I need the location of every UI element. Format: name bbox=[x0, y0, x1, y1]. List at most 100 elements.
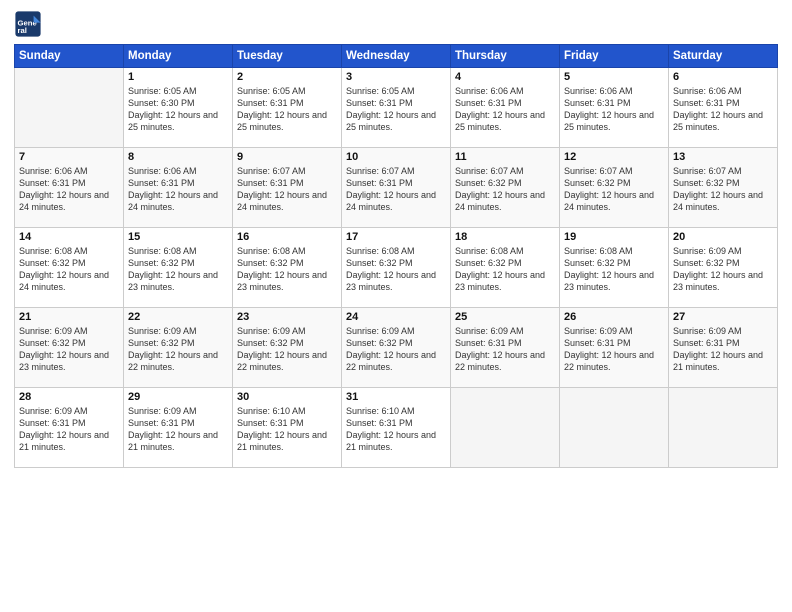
calendar-cell: 24 Sunrise: 6:09 AMSunset: 6:32 PMDayligh… bbox=[342, 308, 451, 388]
day-number: 21 bbox=[19, 311, 119, 323]
header-friday: Friday bbox=[560, 45, 669, 68]
day-number: 12 bbox=[564, 151, 664, 163]
day-number: 26 bbox=[564, 311, 664, 323]
calendar-cell: 28 Sunrise: 6:09 AMSunset: 6:31 PMDayligh… bbox=[15, 388, 124, 468]
calendar-cell: 2 Sunrise: 6:05 AMSunset: 6:31 PMDaylight… bbox=[233, 68, 342, 148]
day-number: 15 bbox=[128, 231, 228, 243]
header-area: Gene ral bbox=[14, 10, 778, 38]
cell-info: Sunrise: 6:09 AMSunset: 6:31 PMDaylight:… bbox=[19, 406, 109, 452]
day-number: 4 bbox=[455, 71, 555, 83]
cell-info: Sunrise: 6:05 AMSunset: 6:30 PMDaylight:… bbox=[128, 86, 218, 132]
cell-info: Sunrise: 6:06 AMSunset: 6:31 PMDaylight:… bbox=[564, 86, 654, 132]
day-number: 2 bbox=[237, 71, 337, 83]
calendar-cell: 19 Sunrise: 6:08 AMSunset: 6:32 PMDayligh… bbox=[560, 228, 669, 308]
calendar-week-2: 7 Sunrise: 6:06 AMSunset: 6:31 PMDaylight… bbox=[15, 148, 778, 228]
cell-info: Sunrise: 6:09 AMSunset: 6:32 PMDaylight:… bbox=[346, 326, 436, 372]
cell-info: Sunrise: 6:05 AMSunset: 6:31 PMDaylight:… bbox=[237, 86, 327, 132]
logo: Gene ral bbox=[14, 10, 46, 38]
header-sunday: Sunday bbox=[15, 45, 124, 68]
day-number: 1 bbox=[128, 71, 228, 83]
logo-icon: Gene ral bbox=[14, 10, 42, 38]
day-number: 28 bbox=[19, 391, 119, 403]
calendar-cell: 11 Sunrise: 6:07 AMSunset: 6:32 PMDayligh… bbox=[451, 148, 560, 228]
calendar-cell: 5 Sunrise: 6:06 AMSunset: 6:31 PMDaylight… bbox=[560, 68, 669, 148]
calendar-cell: 3 Sunrise: 6:05 AMSunset: 6:31 PMDaylight… bbox=[342, 68, 451, 148]
cell-info: Sunrise: 6:09 AMSunset: 6:31 PMDaylight:… bbox=[455, 326, 545, 372]
calendar-cell: 16Sunrise: 6:08 AMSunset: 6:32 PMDayligh… bbox=[233, 228, 342, 308]
day-number: 7 bbox=[19, 151, 119, 163]
calendar-cell: 10 Sunrise: 6:07 AMSunset: 6:31 PMDayligh… bbox=[342, 148, 451, 228]
day-number: 23 bbox=[237, 311, 337, 323]
calendar-cell: 21 Sunrise: 6:09 AMSunset: 6:32 PMDayligh… bbox=[15, 308, 124, 388]
cell-info: Sunrise: 6:09 AMSunset: 6:32 PMDaylight:… bbox=[19, 326, 109, 372]
cell-info: Sunrise: 6:09 AMSunset: 6:31 PMDaylight:… bbox=[128, 406, 218, 452]
cell-info: Sunrise: 6:09 AMSunset: 6:32 PMDaylight:… bbox=[237, 326, 327, 372]
cell-info: Sunrise: 6:07 AMSunset: 6:32 PMDaylight:… bbox=[455, 166, 545, 212]
calendar-cell: 4 Sunrise: 6:06 AMSunset: 6:31 PMDaylight… bbox=[451, 68, 560, 148]
calendar-cell: 9Sunrise: 6:07 AMSunset: 6:31 PMDaylight… bbox=[233, 148, 342, 228]
cell-info: Sunrise: 6:10 AMSunset: 6:31 PMDaylight:… bbox=[237, 406, 327, 452]
calendar-cell bbox=[451, 388, 560, 468]
calendar-week-4: 21 Sunrise: 6:09 AMSunset: 6:32 PMDayligh… bbox=[15, 308, 778, 388]
calendar-cell: 29 Sunrise: 6:09 AMSunset: 6:31 PMDayligh… bbox=[124, 388, 233, 468]
weekday-header-row: Sunday Monday Tuesday Wednesday Thursday… bbox=[15, 45, 778, 68]
day-number: 3 bbox=[346, 71, 446, 83]
cell-info: Sunrise: 6:09 AMSunset: 6:31 PMDaylight:… bbox=[673, 326, 763, 372]
cell-info: Sunrise: 6:06 AMSunset: 6:31 PMDaylight:… bbox=[673, 86, 763, 132]
day-number: 30 bbox=[237, 391, 337, 403]
cell-info: Sunrise: 6:07 AMSunset: 6:31 PMDaylight:… bbox=[346, 166, 436, 212]
calendar-cell: 27 Sunrise: 6:09 AMSunset: 6:31 PMDayligh… bbox=[669, 308, 778, 388]
calendar-cell: 14 Sunrise: 6:08 AMSunset: 6:32 PMDayligh… bbox=[15, 228, 124, 308]
cell-info: Sunrise: 6:06 AMSunset: 6:31 PMDaylight:… bbox=[128, 166, 218, 212]
cell-info: Sunrise: 6:09 AMSunset: 6:31 PMDaylight:… bbox=[564, 326, 654, 372]
cell-info: Sunrise: 6:09 AMSunset: 6:32 PMDaylight:… bbox=[673, 246, 763, 292]
calendar-cell bbox=[15, 68, 124, 148]
header-monday: Monday bbox=[124, 45, 233, 68]
header-wednesday: Wednesday bbox=[342, 45, 451, 68]
cell-info: Sunrise: 6:08 AMSunset: 6:32 PMDaylight:… bbox=[128, 246, 218, 292]
calendar-cell: 17 Sunrise: 6:08 AMSunset: 6:32 PMDayligh… bbox=[342, 228, 451, 308]
day-number: 29 bbox=[128, 391, 228, 403]
day-number: 31 bbox=[346, 391, 446, 403]
day-number: 17 bbox=[346, 231, 446, 243]
calendar-cell: 26 Sunrise: 6:09 AMSunset: 6:31 PMDayligh… bbox=[560, 308, 669, 388]
calendar-cell: 7Sunrise: 6:06 AMSunset: 6:31 PMDaylight… bbox=[15, 148, 124, 228]
day-number: 10 bbox=[346, 151, 446, 163]
calendar-cell: 18 Sunrise: 6:08 AMSunset: 6:32 PMDayligh… bbox=[451, 228, 560, 308]
cell-info: Sunrise: 6:08 AMSunset: 6:32 PMDaylight:… bbox=[455, 246, 545, 292]
calendar-cell: 31Sunrise: 6:10 AMSunset: 6:31 PMDayligh… bbox=[342, 388, 451, 468]
calendar-cell: 6 Sunrise: 6:06 AMSunset: 6:31 PMDaylight… bbox=[669, 68, 778, 148]
calendar-cell: 20Sunrise: 6:09 AMSunset: 6:32 PMDayligh… bbox=[669, 228, 778, 308]
day-number: 11 bbox=[455, 151, 555, 163]
day-number: 5 bbox=[564, 71, 664, 83]
cell-info: Sunrise: 6:08 AMSunset: 6:32 PMDaylight:… bbox=[237, 246, 327, 292]
day-number: 27 bbox=[673, 311, 773, 323]
cell-info: Sunrise: 6:09 AMSunset: 6:32 PMDaylight:… bbox=[128, 326, 218, 372]
calendar-cell: 12Sunrise: 6:07 AMSunset: 6:32 PMDayligh… bbox=[560, 148, 669, 228]
calendar-cell: 30 Sunrise: 6:10 AMSunset: 6:31 PMDayligh… bbox=[233, 388, 342, 468]
cell-info: Sunrise: 6:07 AMSunset: 6:32 PMDaylight:… bbox=[673, 166, 763, 212]
svg-text:ral: ral bbox=[18, 26, 27, 35]
day-number: 6 bbox=[673, 71, 773, 83]
day-number: 8 bbox=[128, 151, 228, 163]
day-number: 14 bbox=[19, 231, 119, 243]
day-number: 24 bbox=[346, 311, 446, 323]
day-number: 22 bbox=[128, 311, 228, 323]
cell-info: Sunrise: 6:05 AMSunset: 6:31 PMDaylight:… bbox=[346, 86, 436, 132]
cell-info: Sunrise: 6:08 AMSunset: 6:32 PMDaylight:… bbox=[19, 246, 109, 292]
header-tuesday: Tuesday bbox=[233, 45, 342, 68]
calendar-table: Sunday Monday Tuesday Wednesday Thursday… bbox=[14, 44, 778, 468]
calendar-week-3: 14 Sunrise: 6:08 AMSunset: 6:32 PMDayligh… bbox=[15, 228, 778, 308]
cell-info: Sunrise: 6:08 AMSunset: 6:32 PMDaylight:… bbox=[564, 246, 654, 292]
day-number: 19 bbox=[564, 231, 664, 243]
cell-info: Sunrise: 6:08 AMSunset: 6:32 PMDaylight:… bbox=[346, 246, 436, 292]
calendar-cell: 13Sunrise: 6:07 AMSunset: 6:32 PMDayligh… bbox=[669, 148, 778, 228]
cell-info: Sunrise: 6:06 AMSunset: 6:31 PMDaylight:… bbox=[455, 86, 545, 132]
calendar-cell: 1 Sunrise: 6:05 AMSunset: 6:30 PMDaylight… bbox=[124, 68, 233, 148]
day-number: 9 bbox=[237, 151, 337, 163]
calendar-cell: 22 Sunrise: 6:09 AMSunset: 6:32 PMDayligh… bbox=[124, 308, 233, 388]
day-number: 18 bbox=[455, 231, 555, 243]
calendar-cell: 25Sunrise: 6:09 AMSunset: 6:31 PMDayligh… bbox=[451, 308, 560, 388]
calendar-cell bbox=[560, 388, 669, 468]
header-saturday: Saturday bbox=[669, 45, 778, 68]
